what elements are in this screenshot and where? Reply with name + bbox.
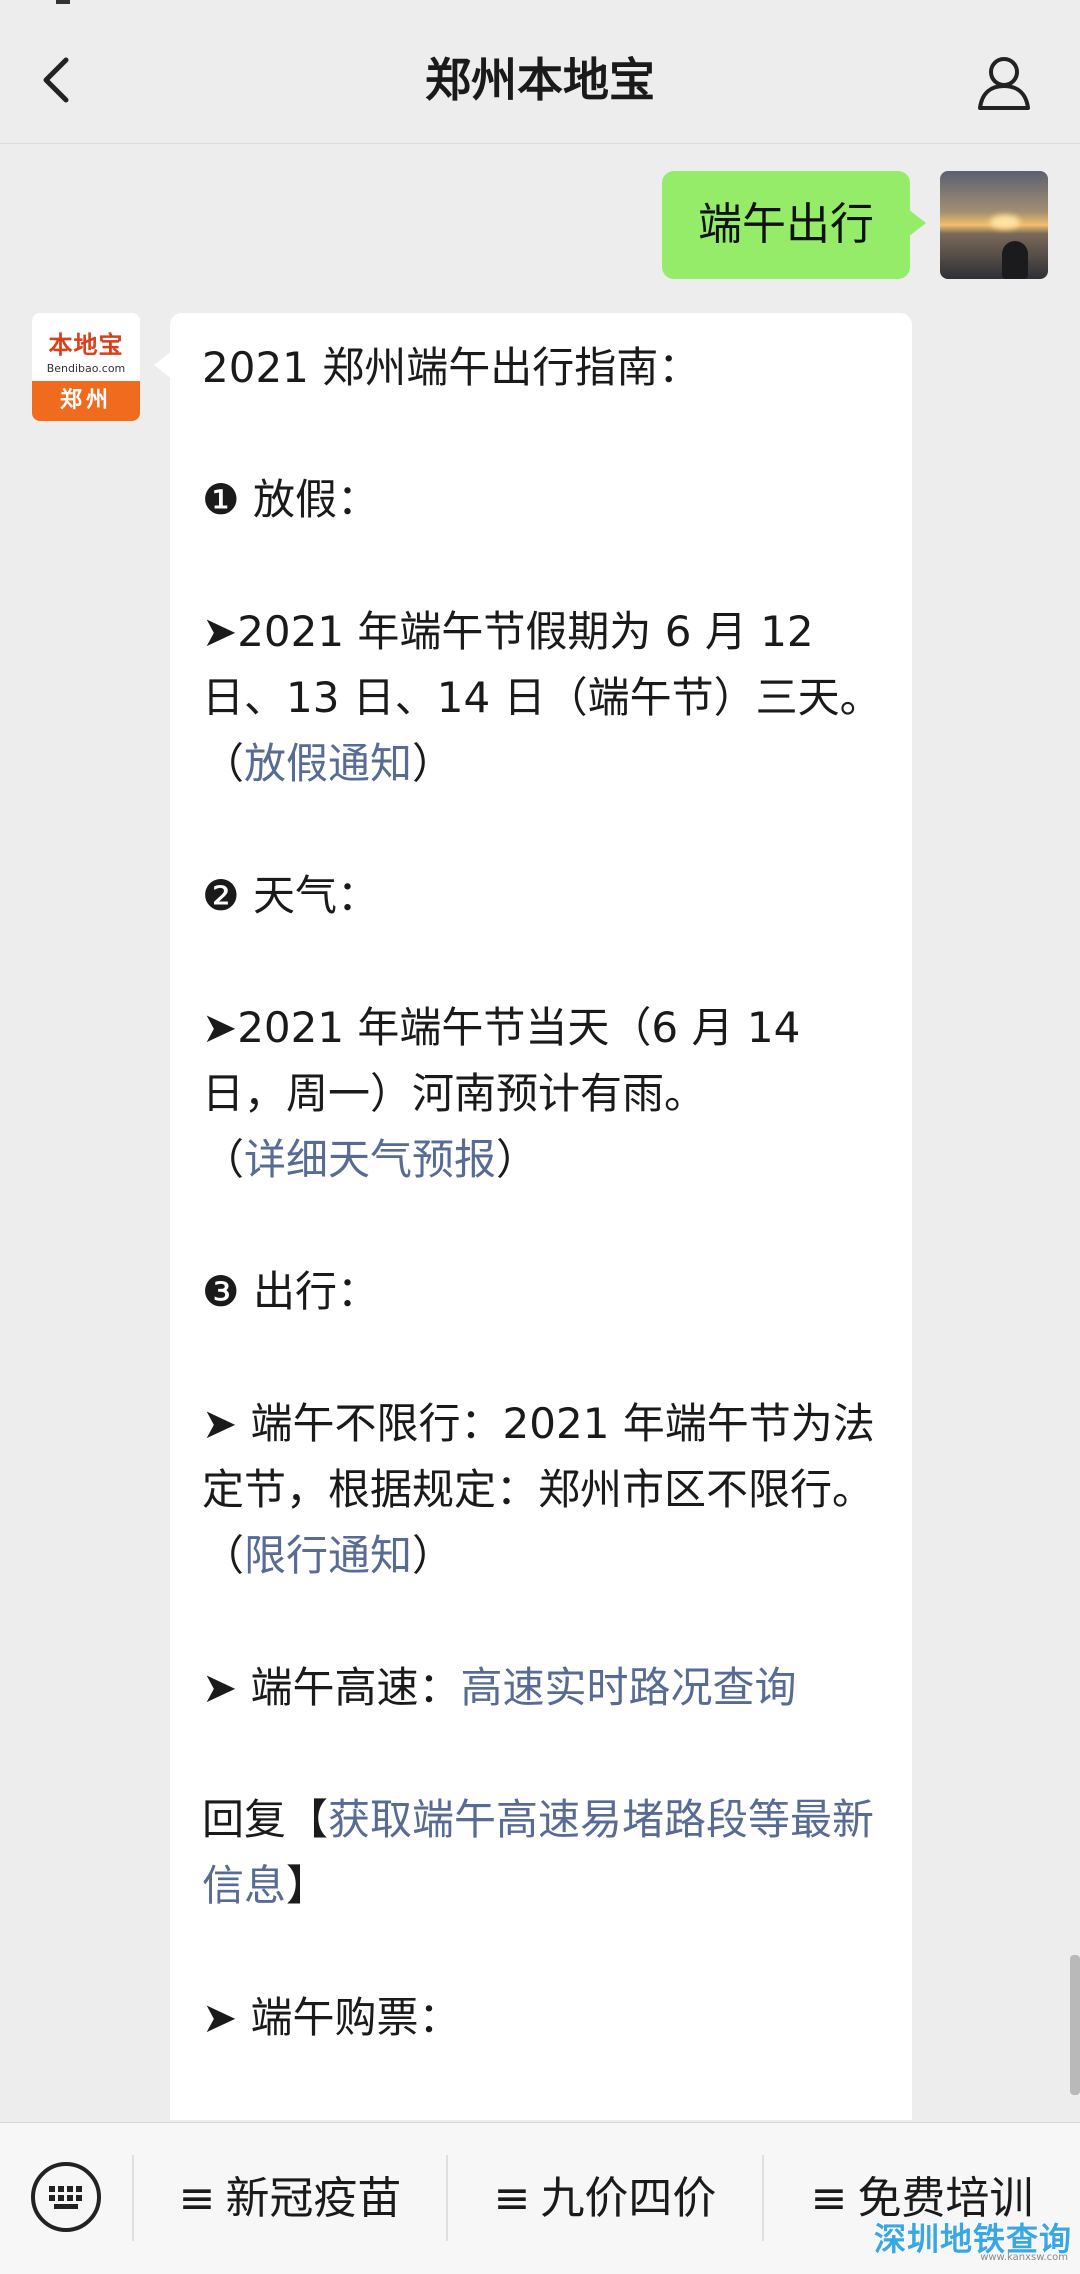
menu-item-training[interactable]: ≡ 免费培训 (764, 2159, 1080, 2239)
user-message-bubble[interactable]: 端午出行 (662, 171, 926, 279)
scrollbar[interactable] (1070, 1955, 1080, 2095)
keyboard-toggle-button[interactable] (30, 2161, 102, 2233)
section-weather-heading: ❷ 天气： (202, 871, 380, 920)
section-travel-heading: ❸ 出行： (202, 1267, 380, 1316)
chat-area[interactable]: 端午出行 本地宝 Bendibao.com 郑州 2021 郑州端午出行指南： … (0, 145, 1080, 2120)
navbar: 郑州本地宝 (0, 10, 1080, 144)
restriction-notice-link[interactable]: 限行通知 (244, 1531, 412, 1580)
avatar-logo-text: 本地宝 (48, 331, 124, 359)
holiday-notice-link[interactable]: 放假通知 (244, 739, 412, 788)
page-title: 郑州本地宝 (425, 53, 655, 107)
bot-message-bubble: 2021 郑州端午出行指南： ❶ 放假： ➤2021 年端午节假期为 6 月 1… (154, 313, 912, 2120)
highway-traffic-link[interactable]: 高速实时路况查询 (461, 1663, 797, 1712)
holiday-link-line: （放假通知） (202, 739, 455, 788)
avatar-logo-area: 本地宝 Bendibao.com (32, 313, 140, 381)
back-button[interactable] (30, 50, 90, 110)
ticket-text: ➤ 端午购票： (202, 1993, 461, 2042)
avatar-sun (990, 215, 1020, 229)
back-arrow-icon (43, 57, 69, 103)
weather-forecast-link[interactable]: 详细天气预报 (244, 1135, 496, 1184)
reply-hint-line: 回复【获取端午高速易堵路段等最新信息】 (202, 1795, 875, 1910)
profile-icon (978, 57, 1030, 110)
menu-bar: ≡ 新冠疫苗 ≡ 九价四价 ≡ 免费培训 深圳地铁查询 www.kanxsw.com (0, 2122, 1080, 2274)
user-avatar[interactable] (940, 171, 1048, 279)
menu-item-vaccine[interactable]: ≡ 新冠疫苗 (134, 2159, 446, 2239)
weather-text: ➤2021 年端午节当天（6 月 14 日，周一）河南预计有雨。 (202, 1003, 801, 1118)
status-mark (56, 0, 70, 4)
section-holiday-heading: ❶ 放假： (202, 475, 380, 524)
weather-link-line: （详细天气预报） (202, 1135, 539, 1184)
avatar-city-text: 郑州 (32, 381, 140, 421)
watermark-url: www.kanxsw.com (980, 2252, 1068, 2263)
highway-line: ➤ 端午高速：高速实时路况查询 (202, 1663, 797, 1712)
avatar-silhouette (1002, 241, 1028, 279)
holiday-text: ➤2021 年端午节假期为 6 月 12 日、13 日、14 日（端午节）三天。 (202, 607, 882, 722)
profile-button[interactable] (972, 50, 1036, 114)
guide-title: 2021 郑州端午出行指南： (202, 343, 701, 392)
status-bar (0, 0, 1080, 10)
no-restriction-text: ➤ 端午不限行：2021 年端午节为法定节，根据规定：郑州市区不限行。（限行通知… (202, 1399, 875, 1580)
avatar-site-text: Bendibao.com (46, 362, 126, 375)
official-account-avatar[interactable]: 本地宝 Bendibao.com 郑州 (32, 313, 140, 421)
menu-item-hpv[interactable]: ≡ 九价四价 (448, 2159, 762, 2239)
keyboard-icon (31, 2162, 101, 2232)
